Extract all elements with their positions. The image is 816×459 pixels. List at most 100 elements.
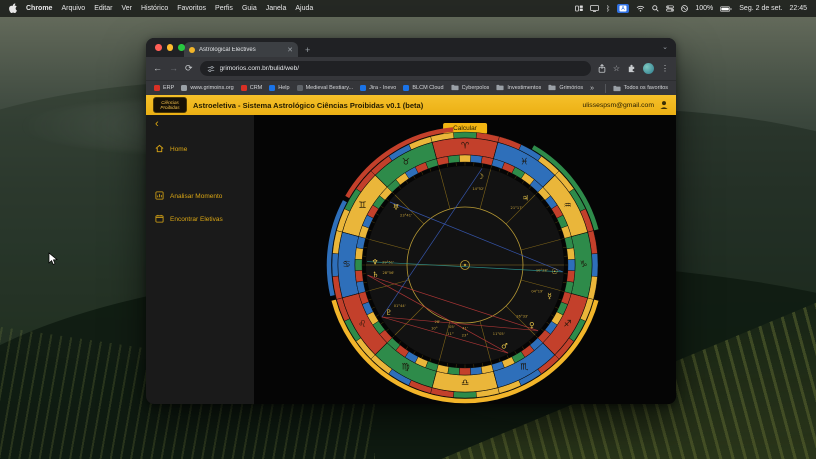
browser-window: Astrological Electives ✕ + ⌄ ← → ⟳ grimo… [146,38,676,404]
url-text: grimorios.com.br/bulid/web/ [220,65,299,72]
window-controls [155,44,185,51]
bookmark-medieval-bestiary[interactable]: Medieval Bestiary... [297,84,354,93]
degree-tick [376,315,379,317]
forward-icon[interactable]: → [169,64,178,73]
tab-close-icon[interactable]: ✕ [287,46,293,54]
menu-perfis[interactable]: Perfis [215,5,233,12]
sign-glyph-gemini: ♊ [358,201,366,211]
bookmark-jira-inevo[interactable]: Jira - Inevo [360,84,396,93]
degree-tick [438,166,439,169]
sign-glyph-scorpio: ♏ [520,363,528,373]
control-center-icon[interactable] [666,5,674,12]
search-icon[interactable] [652,5,659,12]
menu-app-name[interactable]: Chrome [26,5,52,12]
minimize-window-button[interactable] [167,44,174,51]
all-bookmarks-button[interactable]: Todos os favoritos [613,85,668,92]
planet-neptune: ♆ [372,257,379,266]
menu-historico[interactable]: Histórico [141,5,168,12]
menu-kebab-icon[interactable]: ⋮ [661,64,669,73]
reload-icon[interactable]: ⟳ [185,64,193,73]
degree-tick [386,329,389,331]
bookmark-star-icon[interactable]: ☆ [613,64,620,73]
user-account[interactable]: ulissespsm@gmail.com [583,100,670,110]
degree-tick [559,299,562,300]
bookmark-label: ERP [163,85,174,91]
user-email: ulissespsm@gmail.com [583,102,655,109]
menu-arquivo[interactable]: Arquivo [61,5,85,12]
cusp-minute-label: 05' [449,324,455,329]
address-bar[interactable]: grimorios.com.br/bulid/web/ [200,61,591,76]
term-segment [448,155,460,163]
decan-segment [453,132,476,138]
bluetooth-icon[interactable]: ᛒ [606,5,611,13]
bookmark-www-grimoins-org[interactable]: www.grimoins.org [181,84,233,93]
planet-degree-pluto: 01°44' [394,304,406,308]
bookmark-crm[interactable]: CRM [241,84,263,93]
tune-icon[interactable] [207,65,215,73]
bookmark-label: www.grimoins.org [190,85,233,91]
degree-tick [399,186,401,189]
menu-editar[interactable]: Editar [94,5,112,12]
display-icon[interactable] [590,5,599,12]
term-segment [448,367,460,375]
sign-glyph-cancer: ♋ [342,260,350,270]
zoom-window-button[interactable] [178,44,185,51]
sidebar-item-analisar-momento[interactable]: Analisar Momento [155,191,245,202]
siri-icon[interactable] [681,5,688,12]
profile-avatar[interactable] [643,63,654,74]
tab-favicon [189,47,195,53]
degree-tick [399,341,401,344]
sidebar-item-home[interactable]: Home [155,144,245,155]
cusp-minute-label: 41' [462,326,468,331]
menubar-date[interactable]: Seg. 2 de set. [739,5,782,12]
apple-menu-icon[interactable] [9,3,17,15]
bookmark-investimentos[interactable]: Investimentos [496,84,541,93]
back-icon[interactable]: ← [153,64,162,73]
cusp-degree-label: 23° [462,333,469,338]
bookmark-blcm-cloud[interactable]: BLCM Cloud [403,84,443,93]
sidebar-collapse-icon[interactable]: ‹ [155,119,245,130]
menu-ajuda[interactable]: Ajuda [295,5,313,12]
menubar-time[interactable]: 22:45 [789,5,807,12]
planet-degree-saturn: 28°56' [382,271,394,275]
planet-degree-jupiter: 21°17' [511,206,523,210]
center-dot [464,264,466,266]
bookmark-cyberpolos[interactable]: Cyberpolos [451,84,490,93]
degree-tick [381,206,384,208]
degree-tick [447,363,448,366]
planet-uranus: ♅ [393,203,400,212]
bookmarks-overflow-icon[interactable]: » [590,85,594,92]
menu-favoritos[interactable]: Favoritos [177,5,206,12]
astro-wheel-svg[interactable]: ♈♉♊♋♌♍♎♏♐♑♒♓☽14°52'♃21°17'☉10°28'☿04°19'… [325,125,605,404]
browser-tab[interactable]: Astrological Electives ✕ [184,42,298,57]
menu-guia[interactable]: Guia [242,5,257,12]
menu-ver[interactable]: Ver [121,5,132,12]
degree-tick [507,172,508,175]
tab-search-chevron-icon[interactable]: ⌄ [662,43,668,51]
degree-tick [438,361,439,364]
analyze-icon [155,191,164,202]
degree-tick [392,192,394,194]
degree-tick [491,166,492,169]
sidebar-item-encontrar-eletivas[interactable]: Encontrar Eletivas [155,214,245,225]
input-source-icon[interactable]: A [617,4,629,13]
battery-icon[interactable] [720,6,732,12]
menu-janela[interactable]: Janela [266,5,287,12]
ciencias-proibidas-logo[interactable]: Ciências Proibidas [153,97,187,113]
bookmark-grimorios[interactable]: Grimórios [548,84,583,93]
decan-segment [332,253,338,276]
degree-tick [392,335,394,337]
extensions-puzzle-icon[interactable] [627,64,636,73]
bookmark-erp[interactable]: ERP [154,84,174,93]
degree-tick [364,282,367,283]
term-segment [355,270,363,282]
degree-tick [551,315,554,317]
close-window-button[interactable] [155,44,162,51]
site-favicon [297,85,303,91]
share-icon[interactable] [598,64,606,73]
wifi-icon[interactable] [636,5,645,12]
new-tab-button[interactable]: + [305,43,310,57]
bookmark-help[interactable]: Help [269,84,289,93]
bookmarks-list: ERP www.grimoins.org CRM Help Medieval Besti… [154,84,583,93]
stage-manager-icon[interactable] [575,5,583,12]
